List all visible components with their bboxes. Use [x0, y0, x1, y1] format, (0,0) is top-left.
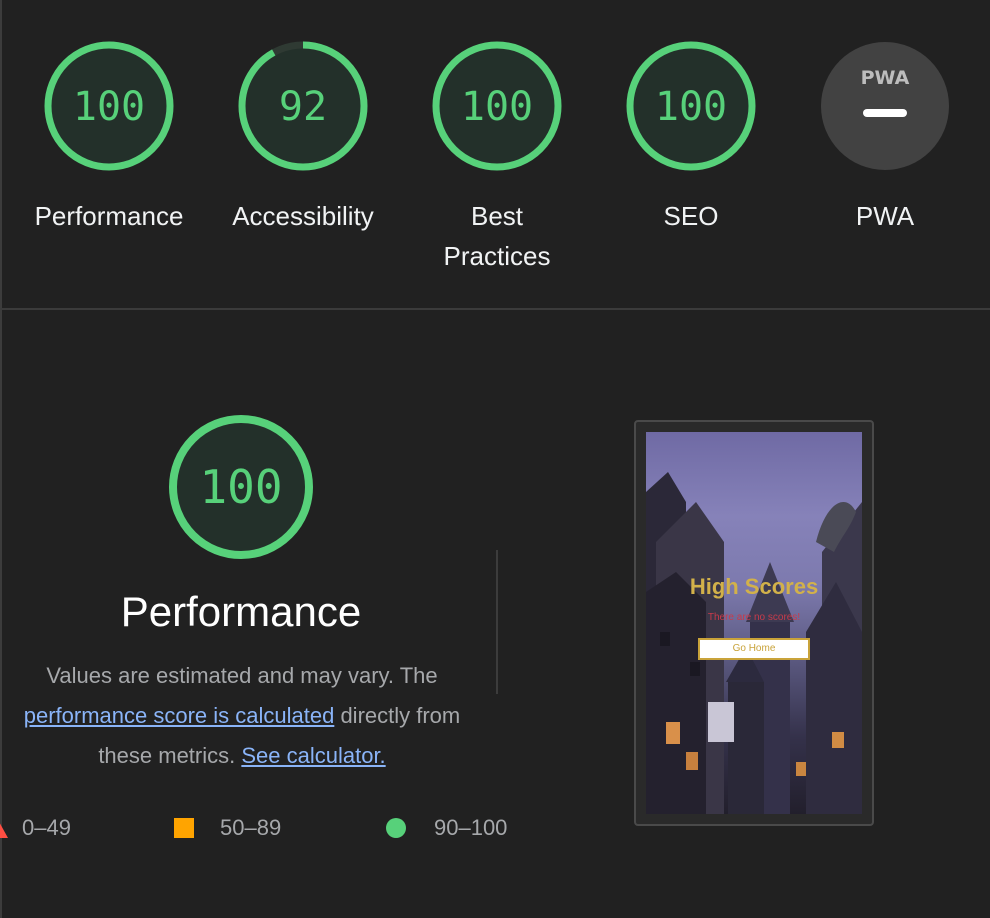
left-border	[0, 0, 2, 918]
pwa-badge-text: PWA	[861, 67, 910, 89]
screenshot-image: High Scores There are no scores! Go Home	[646, 432, 862, 814]
vertical-divider	[496, 550, 498, 694]
gauge-performance[interactable]: 100 Performance	[14, 38, 204, 236]
gauge-label-line: Best	[470, 201, 524, 231]
gauge-accessibility[interactable]: 92 Accessibility	[208, 38, 398, 236]
gauge-label: PWA	[855, 201, 915, 231]
triangle-icon	[0, 818, 8, 838]
dash-icon	[863, 109, 907, 117]
gauge-score: 100	[73, 84, 145, 130]
performance-title: Performance	[120, 588, 362, 635]
screenshot-subtitle: There are no scores!	[707, 612, 801, 623]
gauge-score: 100	[655, 84, 727, 130]
gauge-best-practices[interactable]: 100 Best Practices	[402, 38, 592, 276]
score-legend: 0–49 50–89 90–100	[0, 808, 540, 848]
gauge-pwa[interactable]: PWA PWA	[790, 38, 980, 236]
gauge-ring: 100	[432, 41, 562, 171]
circle-icon	[386, 818, 406, 838]
go-home-button: Go Home	[698, 638, 810, 660]
performance-description: Values are estimated and may vary. The p…	[0, 656, 484, 776]
legend-pass-range: 90–100	[434, 815, 508, 840]
screenshot-title: High Scores	[689, 574, 819, 599]
pwa-badge: PWA	[821, 42, 949, 170]
section-divider	[0, 308, 990, 310]
performance-score: 100	[199, 460, 282, 514]
legend-average-range: 50–89	[220, 815, 282, 840]
legend-fail-range: 0–49	[22, 815, 71, 840]
gauge-label: Accessibility	[232, 201, 374, 231]
desc-text: Values are estimated and may vary. The	[46, 663, 438, 688]
square-icon	[174, 818, 194, 838]
gauge-ring: 92	[238, 41, 368, 171]
gauge-score: 100	[461, 84, 533, 130]
gauge-ring: 100	[44, 41, 174, 171]
gauge-label: Performance	[34, 201, 184, 231]
see-calculator-link[interactable]: See calculator.	[241, 743, 385, 768]
performance-gauge: 100	[169, 415, 313, 559]
gauge-ring: 100	[626, 41, 756, 171]
score-calculated-link[interactable]: performance score is calculated	[24, 703, 335, 728]
gauge-seo[interactable]: 100 SEO	[596, 38, 786, 236]
gauge-label: Best Practices	[402, 196, 592, 276]
lighthouse-report: 100 Performance 92 Accessibility 100 Bes…	[0, 0, 990, 918]
street-scene	[646, 472, 862, 814]
gauge-label: SEO	[663, 201, 719, 231]
gauge-label-line: Practices	[443, 241, 551, 271]
final-screenshot[interactable]: High Scores There are no scores! Go Home	[634, 420, 874, 826]
gauge-score: 92	[279, 84, 327, 130]
